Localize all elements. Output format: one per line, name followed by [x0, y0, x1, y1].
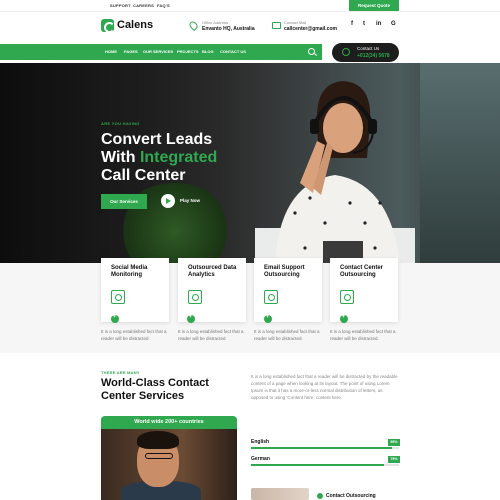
top-bar: SUPPORT CAREERS FAQ'S Request Quote: [0, 0, 500, 12]
service-card[interactable]: Social Media Monitoring: [101, 258, 169, 322]
world-class-eyebrow: THERE ARE MANY: [101, 370, 140, 375]
facebook-icon[interactable]: f: [351, 21, 353, 27]
nav-projects[interactable]: PROJECTS: [177, 49, 199, 54]
hero-title-line1: Convert Leads: [101, 131, 213, 148]
language-label-german: German: [251, 456, 270, 462]
card-plus-icon[interactable]: [111, 314, 119, 323]
service-card-desc: It is a long established fact that a rea…: [330, 329, 396, 341]
hero-title-line2: With Integrated: [101, 149, 217, 167]
logo-icon[interactable]: [101, 19, 115, 33]
email-support-icon: [264, 290, 278, 304]
hero-eyebrow: ARE YOU HAVING: [101, 121, 140, 126]
twitter-icon[interactable]: t: [363, 21, 365, 27]
contact-outsourcing-label: Contact Outsourcing: [326, 493, 376, 499]
monitor-icon: [111, 290, 125, 304]
language-fill-english: [251, 447, 392, 449]
language-label-english: English: [251, 439, 270, 445]
phone-icon: [342, 48, 350, 56]
service-card-desc: It is a long established fact that a rea…: [101, 329, 167, 341]
nav-our-services[interactable]: OUR SERVICES: [143, 49, 173, 54]
language-fill-german: [251, 464, 385, 466]
hero-section: [0, 63, 500, 263]
linkedin-icon[interactable]: in: [376, 21, 381, 27]
agent-hair: [137, 431, 179, 449]
contact-center-icon: [340, 290, 354, 304]
worldwide-banner: World wide 200+ countries: [101, 416, 237, 429]
world-class-title-line2: Center Services: [101, 390, 185, 402]
service-card[interactable]: Contact Center Outsourcing: [330, 258, 398, 322]
nav-contact-us[interactable]: CONTACT US: [220, 49, 246, 54]
nav-home[interactable]: HOME: [105, 49, 117, 54]
agent-photo: [101, 429, 237, 500]
page: SUPPORT CAREERS FAQ'S Request Quote Cale…: [0, 0, 500, 500]
mail-value: callcenter@gmail.com: [284, 26, 337, 32]
support-link[interactable]: SUPPORT: [110, 3, 131, 8]
card-plus-icon[interactable]: [264, 314, 272, 323]
language-percent-english: 95%: [388, 439, 400, 446]
mail-label: Contact Mail: [284, 20, 307, 25]
world-class-title-line1: World-Class Contact: [101, 377, 209, 389]
analytics-icon: [188, 290, 202, 304]
service-card-title: Outsourced Data Analytics: [188, 265, 237, 278]
play-icon[interactable]: [161, 194, 175, 208]
request-quote-button[interactable]: Request Quote: [349, 0, 399, 11]
check-icon: [317, 493, 323, 499]
office-label: Office Address: [202, 20, 228, 25]
language-track-german: [251, 464, 399, 466]
main-nav: HOME PAGES OUR SERVICES PROJECTS BLOG CO…: [0, 44, 322, 60]
brand-name[interactable]: Calens: [117, 19, 153, 31]
mail-icon: [272, 22, 281, 29]
office-value: Envanto HQ, Australia: [202, 26, 255, 32]
hero-title-line3: Call Center: [101, 167, 186, 184]
world-class-paragraph: It is a long established fact that a rea…: [251, 374, 398, 400]
location-icon: [187, 19, 200, 32]
service-card[interactable]: Email Support Outsourcing: [254, 258, 322, 322]
service-card-title: Contact Center Outsourcing: [340, 265, 384, 278]
faqs-link[interactable]: FAQ'S: [157, 3, 170, 8]
service-card-desc: It is a long established fact that a rea…: [254, 329, 320, 341]
service-card-title: Email Support Outsourcing: [264, 265, 305, 278]
hero-title-highlight: Integrated: [139, 149, 218, 166]
language-track-english: [251, 447, 399, 449]
card-plus-icon[interactable]: [187, 314, 195, 323]
google-icon[interactable]: G: [391, 21, 396, 27]
contact-pill[interactable]: Contact Us +012(34) 5678: [332, 43, 399, 62]
contact-label: Contact Us: [357, 46, 380, 51]
contact-outsourcing-thumbnail: [251, 488, 309, 500]
language-percent-german: 75%: [388, 456, 400, 463]
hero-title-with: With: [101, 149, 140, 166]
play-now-label[interactable]: Play Now: [180, 198, 200, 203]
hero-agent-image: [255, 81, 415, 263]
agent-glasses: [145, 453, 173, 459]
service-card-title: Social Media Monitoring: [111, 265, 148, 278]
contact-phone[interactable]: +012(34) 5678: [357, 53, 390, 59]
search-icon[interactable]: [308, 48, 315, 55]
nav-blog[interactable]: BLOG: [202, 49, 214, 54]
service-card[interactable]: Outsourced Data Analytics: [178, 258, 246, 322]
service-card-desc: It is a long established fact that a rea…: [178, 329, 244, 341]
our-services-button[interactable]: Our Services: [101, 194, 147, 209]
nav-pages[interactable]: PAGES: [124, 49, 138, 54]
card-plus-icon[interactable]: [340, 314, 348, 323]
services-background: [0, 263, 500, 353]
hero-window-bg: [420, 63, 500, 263]
careers-link[interactable]: CAREERS: [133, 3, 154, 8]
